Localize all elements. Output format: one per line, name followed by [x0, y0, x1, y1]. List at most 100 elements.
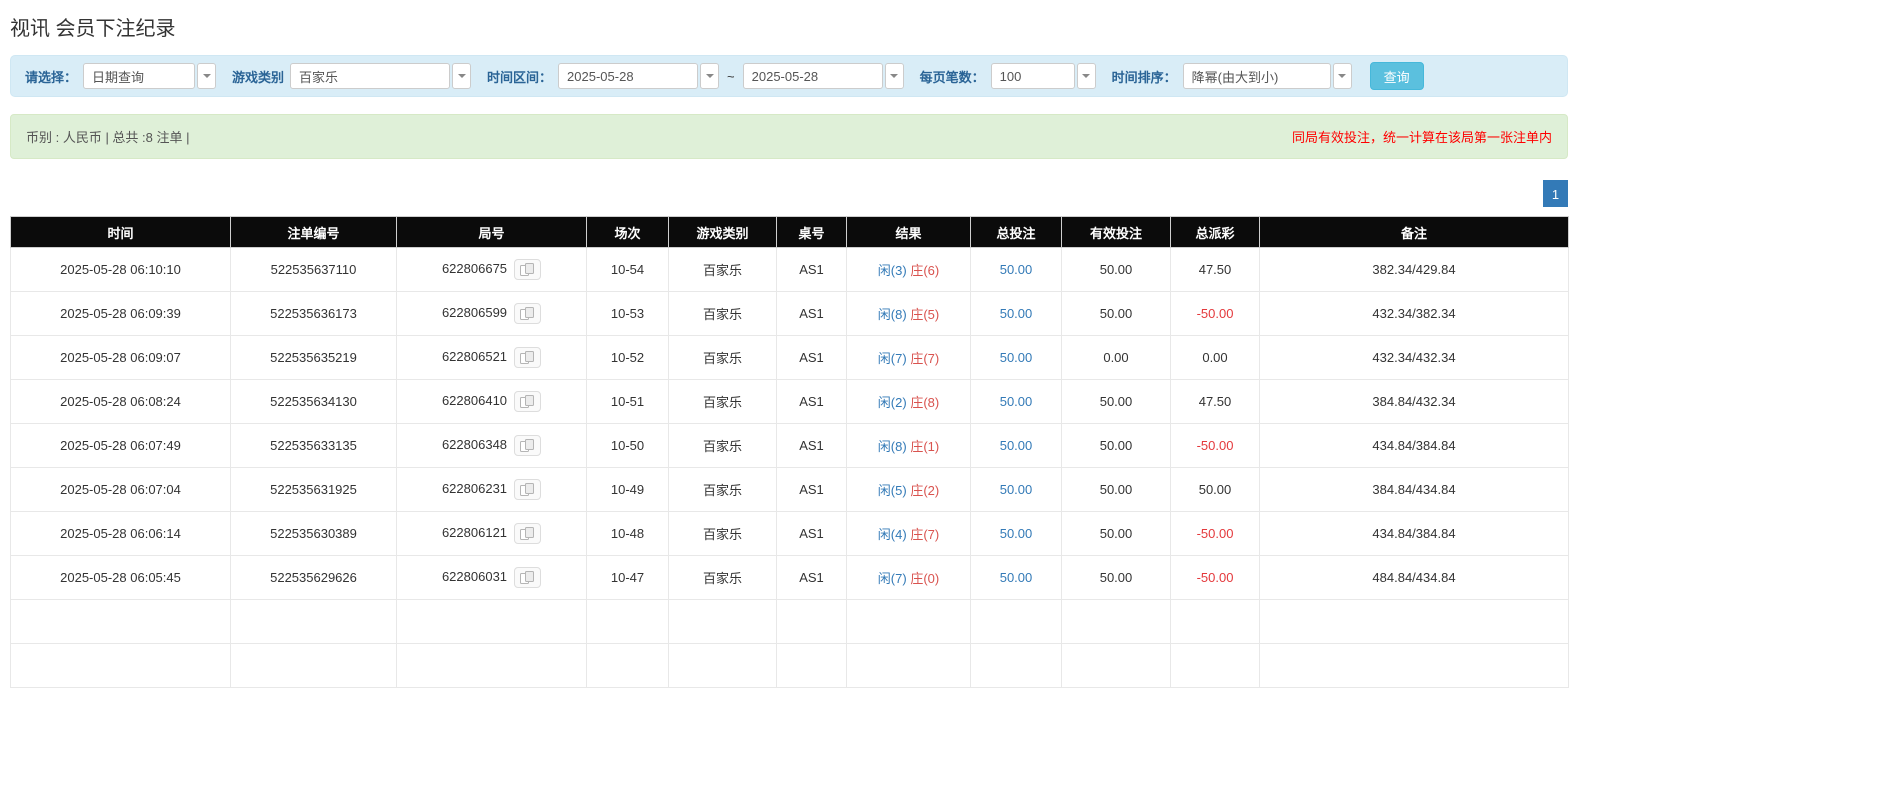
- cell-bet-id: 522535636173: [230, 291, 397, 336]
- cell-game-type: 百家乐: [668, 379, 777, 424]
- total-bet-link[interactable]: 50.00: [1000, 482, 1033, 497]
- result-player: 闲(3): [877, 263, 907, 278]
- summary-empty-cell: [776, 599, 847, 644]
- table-row: 2025-05-28 06:05:45 522535629626 622806031…: [10, 555, 1569, 600]
- round-id-text: 622806121: [441, 524, 508, 540]
- summary-valid-bet: 350.00: [1061, 599, 1171, 644]
- cell-bet-id: 522535634130: [230, 379, 397, 424]
- query-type-input[interactable]: [83, 63, 196, 89]
- cell-valid-bet: 50.00: [1061, 511, 1171, 556]
- total-bet-link[interactable]: 50.00: [1000, 394, 1033, 409]
- round-id-text: 622806521: [441, 348, 508, 364]
- page-size-dropdown-button[interactable]: [1076, 63, 1096, 89]
- time-sort-dropdown-button[interactable]: [1332, 63, 1352, 89]
- result-player: 闲(5): [877, 483, 907, 498]
- summary-total-bet: 400.00: [970, 643, 1062, 688]
- cell-valid-bet: 0.00: [1061, 335, 1171, 380]
- view-round-cards-icon[interactable]: [514, 567, 542, 588]
- cell-payout: 47.50: [1170, 247, 1260, 292]
- cell-round-id: 622806521: [396, 335, 587, 380]
- total-bet-link[interactable]: 50.00: [1000, 262, 1033, 277]
- total-bet-link[interactable]: 50.00: [1000, 438, 1033, 453]
- view-round-cards-icon[interactable]: [514, 523, 542, 544]
- game-type-input[interactable]: [290, 63, 451, 89]
- view-round-cards-icon[interactable]: [514, 391, 542, 412]
- column-header-0: 时间: [10, 216, 231, 248]
- cell-total-bet: 50.00: [970, 555, 1062, 600]
- view-round-cards-icon[interactable]: [514, 479, 542, 500]
- cell-round-id: 622806348: [396, 423, 587, 468]
- view-round-cards-icon[interactable]: [514, 259, 542, 280]
- cell-bet-id: 522535637110: [230, 247, 397, 292]
- cell-game-type: 百家乐: [668, 467, 777, 512]
- round-id-text: 622806231: [441, 480, 508, 496]
- total-bet-link[interactable]: 50.00: [1000, 350, 1033, 365]
- cell-valid-bet: 50.00: [1061, 247, 1171, 292]
- cell-session: 10-47: [586, 555, 669, 600]
- page-button-1[interactable]: 1: [1543, 180, 1568, 207]
- page-size-input[interactable]: [990, 63, 1075, 89]
- cell-bet-id: 522535633135: [230, 423, 397, 468]
- cell-result: 闲(7) 庄(7): [846, 335, 971, 380]
- date-to-dropdown-button[interactable]: [884, 63, 904, 89]
- time-sort-input[interactable]: [1182, 63, 1331, 89]
- table-row: 2025-05-28 06:08:24 522535634130 622806410…: [10, 379, 1569, 424]
- cell-result: 闲(5) 庄(2): [846, 467, 971, 512]
- summary-bar: 币别 : 人民币 | 总共 :8 注单 | 同局有效投注，统一计算在该局第一张注…: [10, 114, 1568, 159]
- table-row: 2025-05-28 06:07:49 522535633135 622806348…: [10, 423, 1569, 468]
- cell-game-type: 百家乐: [668, 335, 777, 380]
- summary-note-cell: [1259, 643, 1569, 688]
- total-bet-link[interactable]: 50.00: [1000, 570, 1033, 585]
- cell-game-type: 百家乐: [668, 247, 777, 292]
- filter-bar: 请选择： 游戏类别 时间区间： ~ 每页笔: [10, 55, 1568, 97]
- time-range-label: 时间区间：: [487, 69, 553, 85]
- column-header-9: 总派彩: [1170, 216, 1260, 248]
- view-round-cards-icon[interactable]: [514, 303, 542, 324]
- page-size-label: 每页笔数：: [919, 69, 985, 85]
- cell-session: 10-54: [586, 247, 669, 292]
- date-from-dropdown-button[interactable]: [700, 63, 720, 89]
- date-from-combo: [558, 63, 720, 89]
- total-bet-link[interactable]: 50.00: [1000, 526, 1033, 541]
- search-button[interactable]: 查询: [1369, 62, 1424, 90]
- cell-payout: -50.00: [1170, 511, 1260, 556]
- cell-payout: 0.00: [1170, 335, 1260, 380]
- cell-result: 闲(8) 庄(1): [846, 423, 971, 468]
- result-banker: 庄(7): [910, 527, 940, 542]
- summary-total-bet: 400.00: [970, 599, 1062, 644]
- round-id-text: 622806599: [441, 304, 508, 320]
- cell-payout: -50.00: [1170, 291, 1260, 336]
- cell-round-id: 622806599: [396, 291, 587, 336]
- summary-empty-cell: [668, 599, 777, 644]
- summary-empty-cell: [846, 643, 971, 688]
- result-player: 闲(7): [877, 351, 907, 366]
- view-round-cards-icon[interactable]: [514, 435, 542, 456]
- date-from-input[interactable]: [558, 63, 699, 89]
- cell-valid-bet: 50.00: [1061, 555, 1171, 600]
- date-to-input[interactable]: [742, 63, 883, 89]
- query-type-dropdown-button[interactable]: [197, 63, 217, 89]
- column-header-2: 局号: [396, 216, 587, 248]
- cell-payout: 50.00: [1170, 467, 1260, 512]
- page-title: 视讯 会员下注纪录: [10, 18, 176, 40]
- cell-result: 闲(8) 庄(5): [846, 291, 971, 336]
- summary-empty-cell: [396, 643, 587, 688]
- cell-bet-id: 522535629626: [230, 555, 397, 600]
- round-id-text: 622806410: [441, 392, 508, 408]
- cell-note: 434.84/384.84: [1259, 423, 1569, 468]
- cell-round-id: 622806231: [396, 467, 587, 512]
- summary-count: 8: [230, 643, 397, 688]
- cell-session: 10-52: [586, 335, 669, 380]
- view-round-cards-icon[interactable]: [514, 347, 542, 368]
- summary-empty-cell: [776, 643, 847, 688]
- chevron-down-icon: [890, 74, 899, 78]
- cell-total-bet: 50.00: [970, 467, 1062, 512]
- cell-result: 闲(3) 庄(6): [846, 247, 971, 292]
- result-player: 闲(2): [877, 395, 907, 410]
- result-player: 闲(4): [877, 527, 907, 542]
- total-bet-link[interactable]: 50.00: [1000, 306, 1033, 321]
- cell-valid-bet: 50.00: [1061, 423, 1171, 468]
- game-type-dropdown-button[interactable]: [452, 63, 472, 89]
- cell-bet-id: 522535635219: [230, 335, 397, 380]
- result-banker: 庄(0): [910, 571, 940, 586]
